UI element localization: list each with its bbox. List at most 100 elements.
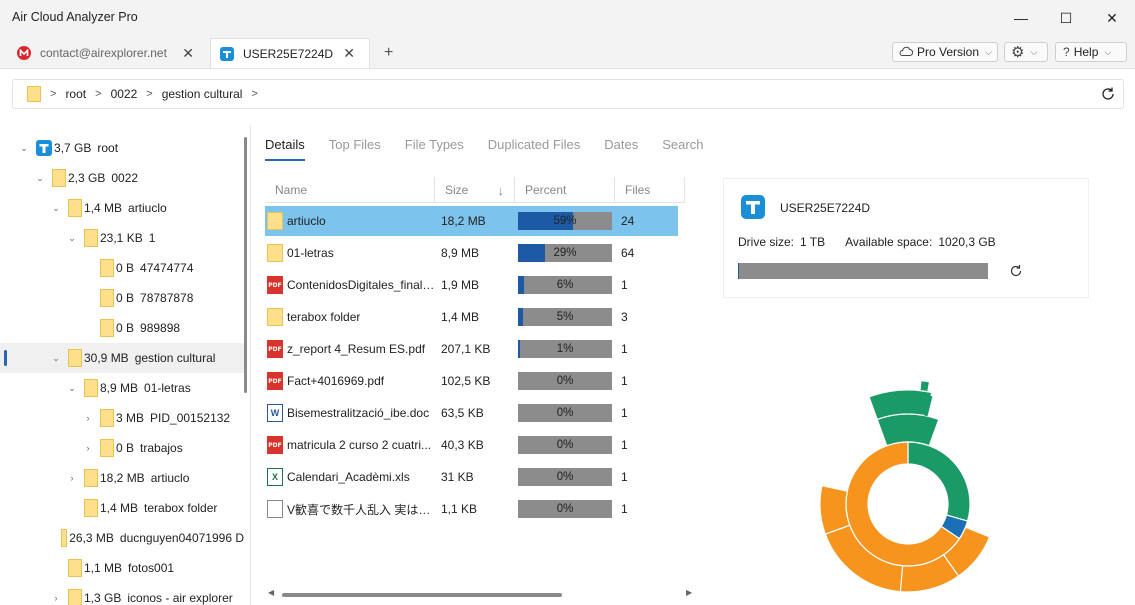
tree-item[interactable]: 26,3 MB ducnguyen04071996 D [0,523,244,553]
sunburst-segment[interactable] [876,413,940,447]
cell-percent: 29% [515,244,615,262]
folder-icon [60,529,68,547]
table-row[interactable]: X Calendari_Acadèmi.xls 31 KB 0% 1 [265,462,678,492]
percent-label: 0% [556,439,574,451]
cell-size: 102,5 KB [441,374,491,388]
cell-percent: 0% [515,500,615,518]
folder-icon [68,589,82,605]
table-row[interactable]: W Bisemestralització_ibe.doc 63,5 KB 0% 1 [265,398,678,428]
tree-item[interactable]: ⌄ 23,1 KB 1 [0,223,244,253]
table-row[interactable]: PDF ContenidosDigitales_final-... 1,9 MB 6%… [265,270,678,300]
horizontal-scrollbar[interactable]: ◀ ▶ [268,588,698,597]
sunburst-segment[interactable] [919,380,931,393]
tree-item[interactable]: 0 B 989898 [0,313,244,343]
chevron-down-icon[interactable]: ⌄ [66,383,78,394]
tree-item-size: 3 MB [116,411,145,425]
tree-scrollbar[interactable] [244,137,247,393]
table-row[interactable]: terabox folder 1,4 MB 5% 3 [265,302,678,332]
chevron-right-icon[interactable]: › [82,443,94,453]
tab-mega-account[interactable]: contact@airexplorer.net ✕ [8,38,208,68]
table-row[interactable]: PDF matricula 2 curso 2 cuatri... 40,3 KB 0… [265,430,678,460]
drive-size-label: Drive size: [738,235,795,249]
settings-button[interactable]: ⚙ ⌵ [1004,42,1048,62]
help-button[interactable]: ? Help ⌵ [1055,42,1127,62]
pro-version-button[interactable]: Pro Version ⌵ [892,42,998,62]
chevron-down-icon[interactable]: ⌄ [50,203,62,214]
column-header-name[interactable]: Name [265,177,435,203]
minimize-button[interactable]: — [998,0,1044,36]
tree-item[interactable]: ⌄ 8,9 MB 01-letras [0,373,244,403]
breadcrumb-item-0022[interactable]: 0022 [111,87,138,101]
chevron-right-icon[interactable]: › [66,473,78,483]
tree-item[interactable]: › 3 MB PID_00152132 [0,403,244,433]
column-header-files[interactable]: Files [615,177,685,203]
tab-details[interactable]: Details [265,137,305,161]
breadcrumb: > root > 0022 > gestion cultural > [12,79,1124,109]
available-space-value: 1020,3 GB [938,235,996,249]
sunburst-segment-01-letras[interactable] [907,441,971,522]
pane-divider[interactable] [250,125,251,605]
sunburst-segment[interactable] [819,484,851,535]
percent-bar: 0% [518,500,612,518]
tree-item[interactable]: 0 B 47474774 [0,253,244,283]
table-row[interactable]: PDF Fact+4016969.pdf 102,5 KB 0% 1 [265,366,678,396]
drive-size-value: 1 TB [800,235,826,249]
close-icon[interactable]: ✕ [343,45,355,62]
tab-file-types[interactable]: File Types [405,137,464,161]
table-header: Name Size ↓ Percent Files [265,177,685,203]
tab-duplicated-files[interactable]: Duplicated Files [488,137,581,161]
refresh-icon[interactable] [1008,263,1024,279]
cell-size: 40,3 KB [441,438,484,452]
chevron-down-icon[interactable]: ⌄ [18,143,30,154]
table-row[interactable]: V歓喜で数千人乱入 実はV... 1,1 KB 0% 1 [265,494,678,524]
chevron-right-icon[interactable]: › [50,593,62,603]
tree-item[interactable]: › 18,2 MB artiuclo [0,463,244,493]
chevron-down-icon[interactable]: ⌄ [66,233,78,244]
excel-icon: X [267,468,283,486]
tab-search[interactable]: Search [662,137,703,161]
refresh-icon[interactable] [1099,85,1117,103]
tree-item[interactable]: 1,4 MB terabox folder [0,493,244,523]
cell-size: 63,5 KB [441,406,484,420]
tree-item[interactable]: ⌄ 1,4 MB artiuclo [0,193,244,223]
folder-icon[interactable] [27,86,41,102]
cell-files: 1 [621,470,628,484]
maximize-button[interactable]: ☐ [1043,0,1089,36]
tab-top-files[interactable]: Top Files [329,137,381,161]
tree-item-size: 1,3 GB [84,591,122,605]
close-button[interactable]: ✕ [1089,0,1135,36]
percent-label: 5% [556,311,574,323]
breadcrumb-item-root[interactable]: root [65,87,86,101]
column-header-percent[interactable]: Percent [515,177,615,203]
scrollbar-thumb[interactable] [282,593,562,597]
tab-user-drive[interactable]: USER25E7224D ✕ [210,38,370,68]
breadcrumb-item-gestion-cultural[interactable]: gestion cultural [162,87,243,101]
tree-item[interactable]: › 0 B trabajos [0,433,244,463]
add-tab-icon[interactable]: + [384,44,393,62]
tree-item[interactable]: ⌄ 2,3 GB 0022 [0,163,244,193]
scroll-right-icon[interactable]: ▶ [686,588,692,597]
tree-item[interactable]: 0 B 78787878 [0,283,244,313]
chevron-right-icon[interactable]: > [251,88,257,100]
percent-label: 0% [556,503,574,515]
close-icon[interactable]: ✕ [182,45,194,62]
sunburst-chart[interactable] [818,324,998,604]
table-row[interactable]: artiuclo 18,2 MB 59% 24 [265,206,678,236]
tree-item[interactable]: ⌄ 30,9 MB gestion cultural [0,343,244,373]
scroll-left-icon[interactable]: ◀ [268,588,274,597]
tree-item-label: 01-letras [144,381,191,395]
chevron-down-icon: ⌵ [1030,46,1038,57]
percent-label: 0% [556,375,574,387]
chevron-right-icon[interactable]: › [82,413,94,423]
tree-item[interactable]: › 1,3 GB iconos - air explorer [0,583,244,605]
content-area: > root > 0022 > gestion cultural > ⌄ 3,7 … [0,68,1135,605]
table-row[interactable]: PDF z_report 4_Resum ES.pdf 207,1 KB 1% 1 [265,334,678,364]
chevron-down-icon[interactable]: ⌄ [50,353,62,364]
chevron-down-icon[interactable]: ⌄ [34,173,46,184]
tree-item[interactable]: 1,1 MB fotos001 [0,553,244,583]
tree-item[interactable]: ⌄ 3,7 GB root [0,133,244,163]
column-header-size[interactable]: Size ↓ [435,177,515,203]
table-row[interactable]: 01-letras 8,9 MB 29% 64 [265,238,678,268]
tab-dates[interactable]: Dates [604,137,638,161]
percent-label: 0% [556,407,574,419]
